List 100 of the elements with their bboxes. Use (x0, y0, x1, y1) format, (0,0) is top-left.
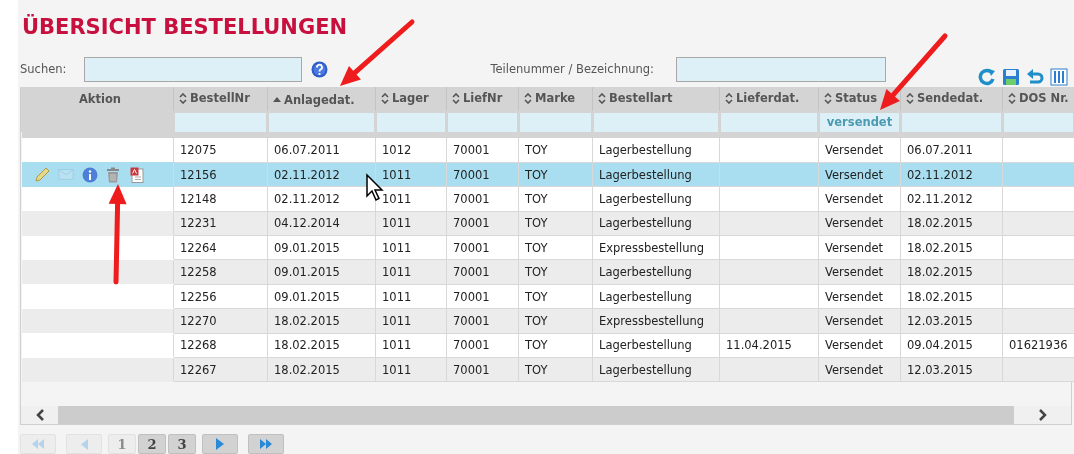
page-button[interactable]: 2 (138, 434, 166, 454)
table-cell: 12.03.2015 (900, 357, 1003, 382)
pdf-icon[interactable] (129, 166, 146, 183)
column-label: Marke (535, 91, 575, 106)
table-row[interactable]: 12075 06.07.2011 1012 70001 TOY Lagerbestellung Versendet 06.07.2011 (21, 138, 1074, 163)
table-cell: 1011 (375, 162, 447, 187)
table-cell: Versendet (818, 162, 901, 187)
table-row[interactable]: 12148 02.11.2012 1011 70001 TOY Lagerbestellung Versendet 02.11.2012 (21, 186, 1074, 212)
table-cell: Lagerbestellung (592, 357, 720, 382)
column-label: BestellNr (190, 91, 250, 106)
table-row[interactable]: 12256 09.01.2015 1011 70001 TOY Lagerbestellung Versendet 18.02.2015 (21, 284, 1074, 309)
column-header[interactable]: Sendedat. (900, 87, 1003, 111)
table-cell: 1011 (375, 284, 447, 309)
filter-field[interactable] (448, 112, 517, 132)
table-row[interactable]: 12258 09.01.2015 1011 70001 TOY Lagerbestellung Versendet 18.02.2015 (21, 259, 1074, 285)
table-cell: 12258 (173, 259, 268, 285)
last-page-button[interactable] (248, 434, 284, 454)
filter-field[interactable] (594, 112, 718, 132)
table-cell (1002, 284, 1074, 309)
table-cell: 12264 (173, 235, 268, 260)
table-cell: 18.02.2015 (900, 284, 1003, 309)
column-header[interactable]: Lieferdat. (719, 87, 819, 111)
toolbar-button[interactable] (978, 68, 996, 86)
toolbar-button[interactable] (1026, 68, 1044, 86)
chevron-left-icon (34, 409, 45, 422)
table-cell: 1011 (375, 259, 447, 285)
column-header[interactable]: LiefNr (446, 87, 519, 111)
table-row[interactable]: 12270 18.02.2015 1011 70001 TOY Expressbestellung Versendet 12.03.2015 (21, 308, 1074, 334)
table-row[interactable]: 12231 04.12.2014 1011 70001 TOY Lagerbestellung Versendet 18.02.2015 (21, 211, 1074, 236)
table-row[interactable]: 12268 18.02.2015 1011 70001 TOY Lagerbestellung 11.04.2015 Versendet 09.04.2015 01621936 (21, 333, 1074, 358)
last-page-icon (259, 439, 273, 450)
table-cell: TOY (518, 235, 593, 260)
table-cell: 18.02.2015 (267, 333, 376, 358)
table-cell: 70001 (446, 138, 519, 163)
table-cell: 18.02.2015 (267, 308, 376, 334)
filter-field[interactable] (175, 112, 266, 132)
column-header[interactable]: DOS Nr. (1002, 87, 1074, 111)
toolbar-button[interactable] (1050, 68, 1068, 86)
column-header[interactable]: Lager (375, 87, 447, 111)
filter-field[interactable] (1004, 112, 1073, 132)
table-cell: 1011 (375, 333, 447, 358)
help-icon[interactable] (311, 60, 329, 78)
table-cell: 70001 (446, 333, 519, 358)
filter-field[interactable] (902, 112, 1001, 132)
column-header[interactable]: Marke (518, 87, 593, 111)
table-cell: Expressbestellung (592, 235, 720, 260)
page-title: ÜBERSICHT BESTELLUNGEN (22, 14, 349, 40)
toolbar-button[interactable] (1002, 68, 1020, 86)
column-header[interactable]: Bestellart (592, 87, 720, 111)
table-cell: Versendet (818, 333, 901, 358)
table-cell: 12156 (173, 162, 268, 187)
info-icon[interactable] (81, 166, 98, 183)
table-cell (1002, 308, 1074, 334)
table-cell: Versendet (818, 186, 901, 212)
table-cell (1002, 211, 1074, 236)
table-cell: 12256 (173, 284, 268, 309)
table-cell: Lagerbestellung (592, 138, 720, 163)
part-search-field[interactable] (675, 56, 886, 82)
columns-icon (1050, 68, 1068, 86)
column-label: DOS Nr. (1019, 91, 1069, 106)
table-cell: 09.04.2015 (900, 333, 1003, 358)
column-label: Bestellart (609, 91, 673, 106)
table-cell: 02.11.2012 (900, 162, 1003, 187)
table-cell: Lagerbestellung (592, 284, 720, 309)
pencil-icon[interactable] (33, 166, 50, 183)
filter-field[interactable] (269, 112, 374, 132)
table-row[interactable]: 12156 02.11.2012 1011 70001 TOY Lagerbestellung Versendet 02.11.2012 (21, 162, 1074, 187)
table-cell: 1011 (375, 308, 447, 334)
filter-field[interactable] (721, 112, 817, 132)
table-cell (1002, 235, 1074, 260)
table-cell (1002, 162, 1074, 187)
table-cell: 09.01.2015 (267, 235, 376, 260)
refresh-icon (978, 68, 996, 86)
table-cell: 09.01.2015 (267, 259, 376, 285)
next-button[interactable] (202, 434, 238, 454)
column-label: LiefNr (463, 91, 503, 106)
horizontal-scrollbar[interactable] (21, 406, 1071, 425)
table-cell: Lagerbestellung (592, 186, 720, 212)
scroll-left-button[interactable] (21, 406, 58, 425)
table-cell: 01621936 (1002, 333, 1074, 358)
table-cell: Versendet (818, 138, 901, 163)
column-label: Lieferdat. (736, 91, 800, 106)
column-label: Status (835, 91, 878, 106)
undo-icon (1026, 68, 1044, 86)
column-header[interactable]: Anlagedat. (267, 87, 376, 111)
filter-field[interactable] (377, 112, 445, 132)
filter-field[interactable] (520, 112, 591, 132)
scroll-right-button[interactable] (1014, 406, 1071, 425)
table-cell: 70001 (446, 308, 519, 334)
trash-icon[interactable] (105, 166, 122, 183)
column-label: Anlagedat. (284, 92, 355, 107)
table-row[interactable]: 12267 18.02.2015 1011 70001 TOY Lagerbestellung Versendet 12.03.2015 (21, 357, 1074, 382)
column-header[interactable]: BestellNr (173, 87, 268, 111)
page-button[interactable]: 3 (168, 434, 196, 454)
table-cell: 70001 (446, 259, 519, 285)
table-cell: 12268 (173, 333, 268, 358)
search-field[interactable] (84, 56, 303, 82)
table-cell: 70001 (446, 162, 519, 187)
table-cell: Versendet (818, 259, 901, 285)
table-row[interactable]: 12264 09.01.2015 1011 70001 TOY Expressbestellung Versendet 18.02.2015 (21, 235, 1074, 260)
